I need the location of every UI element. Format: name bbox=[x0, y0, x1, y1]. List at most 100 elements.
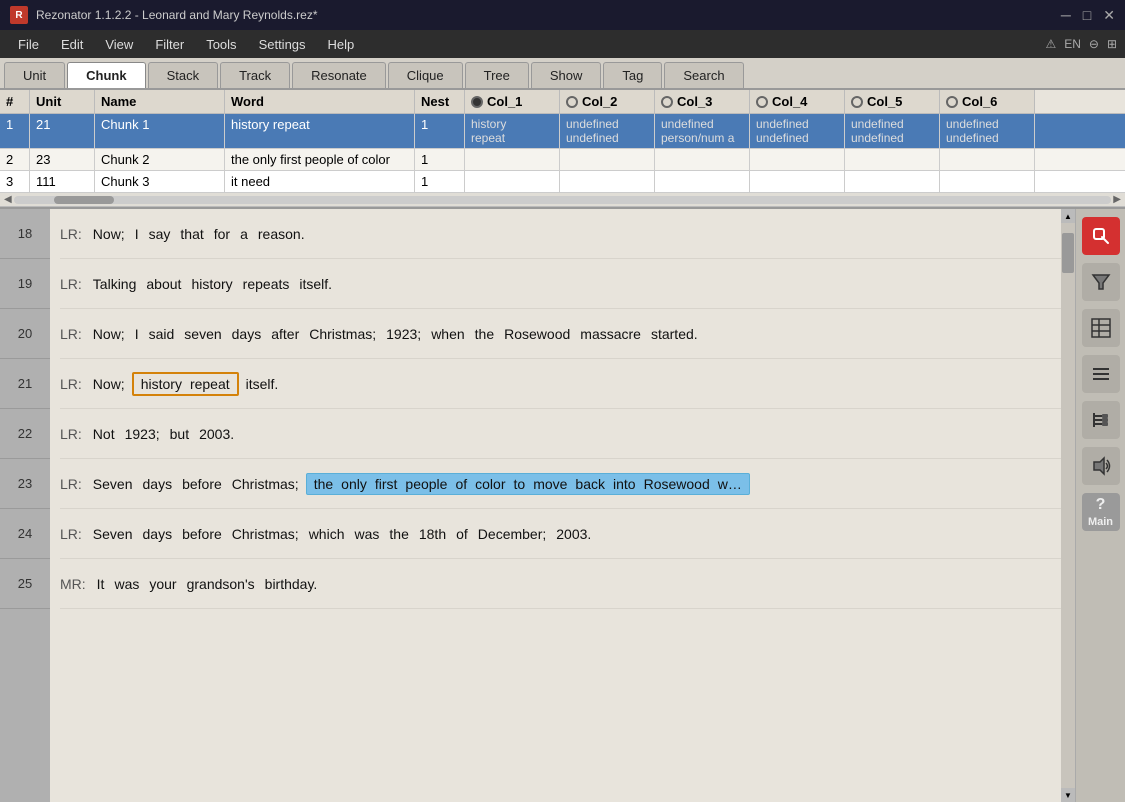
col1-label: Col_1 bbox=[487, 94, 522, 109]
menu-tools[interactable]: Tools bbox=[196, 33, 246, 56]
minimize-button[interactable]: ─ bbox=[1061, 7, 1071, 24]
word: Now; bbox=[90, 375, 128, 393]
line-num-20: 20 bbox=[0, 309, 50, 359]
scroll-thumb[interactable] bbox=[1062, 233, 1074, 273]
cell-num: 2 bbox=[0, 149, 30, 170]
scroll-left-arrow[interactable]: ◀ bbox=[2, 194, 14, 205]
word: the bbox=[311, 475, 336, 493]
scroll-right-arrow[interactable]: ▶ bbox=[1111, 194, 1123, 205]
tree-toolbar-button[interactable] bbox=[1082, 401, 1120, 439]
table-row[interactable]: 2 23 Chunk 2 the only first people of co… bbox=[0, 149, 1125, 171]
tab-tag[interactable]: Tag bbox=[603, 62, 662, 88]
tab-track[interactable]: Track bbox=[220, 62, 290, 88]
horizontal-scrollbar[interactable]: ◀ ▶ bbox=[0, 193, 1125, 207]
window-controls[interactable]: ─ □ ✕ bbox=[1061, 7, 1115, 24]
cell-col5 bbox=[845, 149, 940, 170]
col3-radio[interactable] bbox=[661, 96, 673, 108]
vertical-scrollbar[interactable]: ▲ ▼ bbox=[1061, 209, 1075, 802]
tab-show[interactable]: Show bbox=[531, 62, 602, 88]
word: 18th bbox=[416, 525, 449, 543]
cell-nest: 1 bbox=[415, 114, 465, 148]
maximize-button[interactable]: □ bbox=[1083, 7, 1091, 24]
audio-toolbar-button[interactable] bbox=[1082, 447, 1120, 485]
cell-num: 3 bbox=[0, 171, 30, 192]
word: days bbox=[140, 475, 176, 493]
cell-name: Chunk 2 bbox=[95, 149, 225, 170]
word: grandson's bbox=[184, 575, 258, 593]
word: for bbox=[211, 225, 233, 243]
scroll-track[interactable] bbox=[14, 196, 1112, 204]
text-area: 18 19 20 21 22 23 24 25 LR: Now; I say t… bbox=[0, 209, 1075, 802]
menu-right-icons: ⚠ EN ⊖ ⊞ bbox=[1045, 37, 1117, 51]
col-header-name: Name bbox=[95, 90, 225, 113]
speaker-25: MR: bbox=[60, 576, 86, 592]
close-button[interactable]: ✕ bbox=[1103, 7, 1115, 24]
table-toolbar-button[interactable] bbox=[1082, 309, 1120, 347]
menu-edit[interactable]: Edit bbox=[51, 33, 93, 56]
tab-clique[interactable]: Clique bbox=[388, 62, 463, 88]
main-toolbar-button[interactable]: ? Main bbox=[1082, 493, 1120, 531]
word: was bbox=[351, 525, 382, 543]
col4-radio[interactable] bbox=[756, 96, 768, 108]
word: Christmas; bbox=[229, 525, 302, 543]
col2-radio[interactable] bbox=[566, 96, 578, 108]
cell-col6 bbox=[940, 171, 1035, 192]
cell-col5: undefinedundefined bbox=[845, 114, 940, 148]
word: Now; bbox=[90, 325, 128, 343]
word: 1923; bbox=[383, 325, 424, 343]
col-header-word: Word bbox=[225, 90, 415, 113]
tab-tree[interactable]: Tree bbox=[465, 62, 529, 88]
warning-icon: ⚠ bbox=[1045, 37, 1056, 51]
cell-col6: undefinedundefined bbox=[940, 114, 1035, 148]
tab-resonate[interactable]: Resonate bbox=[292, 62, 386, 88]
col1-radio[interactable] bbox=[471, 96, 483, 108]
search-toolbar-button[interactable] bbox=[1082, 217, 1120, 255]
col-header-col3: Col_3 bbox=[655, 90, 750, 113]
menu-view[interactable]: View bbox=[95, 33, 143, 56]
menu-filter[interactable]: Filter bbox=[145, 33, 194, 56]
table-row[interactable]: 3 111 Chunk 3 it need 1 bbox=[0, 171, 1125, 193]
table-header: # Unit Name Word Nest Col_1 Col_2 Col_3 … bbox=[0, 90, 1125, 114]
word: of bbox=[453, 525, 471, 543]
cell-col3 bbox=[655, 171, 750, 192]
help-icon: ? bbox=[1096, 496, 1106, 514]
cell-col3 bbox=[655, 149, 750, 170]
tab-chunk[interactable]: Chunk bbox=[67, 62, 145, 88]
word: to bbox=[511, 475, 529, 493]
tab-stack[interactable]: Stack bbox=[148, 62, 219, 88]
tab-search[interactable]: Search bbox=[664, 62, 743, 88]
text-content: LR: Now; I say that for a reason. LR: Ta… bbox=[50, 209, 1061, 802]
scroll-track[interactable] bbox=[1061, 223, 1075, 788]
speaker-22: LR: bbox=[60, 426, 82, 442]
phrase-highlight-23: the only first people of color to move b… bbox=[306, 473, 750, 495]
word: I bbox=[132, 325, 142, 343]
scroll-up-button[interactable]: ▲ bbox=[1061, 209, 1075, 223]
word: but bbox=[167, 425, 192, 443]
scroll-thumb[interactable] bbox=[54, 196, 114, 204]
col6-radio[interactable] bbox=[946, 96, 958, 108]
cell-col2: undefinedundefined bbox=[560, 114, 655, 148]
filter-toolbar-button[interactable] bbox=[1082, 263, 1120, 301]
menu-help[interactable]: Help bbox=[318, 33, 365, 56]
speaker-21: LR: bbox=[60, 376, 82, 392]
word: Seven bbox=[90, 475, 136, 493]
line-num-18: 18 bbox=[0, 209, 50, 259]
minimize-icon[interactable]: ⊖ bbox=[1089, 37, 1099, 51]
menu-file[interactable]: File bbox=[8, 33, 49, 56]
list-toolbar-button[interactable] bbox=[1082, 355, 1120, 393]
layout-icon[interactable]: ⊞ bbox=[1107, 37, 1117, 51]
word: started. bbox=[648, 325, 701, 343]
menu-settings[interactable]: Settings bbox=[249, 33, 316, 56]
scroll-down-button[interactable]: ▼ bbox=[1061, 788, 1075, 802]
word: seven bbox=[181, 325, 224, 343]
col-header-col6: Col_6 bbox=[940, 90, 1035, 113]
table-row[interactable]: 1 21 Chunk 1 history repeat 1 historyrep… bbox=[0, 114, 1125, 149]
line-num-24: 24 bbox=[0, 509, 50, 559]
word: history bbox=[188, 275, 235, 293]
word: your bbox=[146, 575, 179, 593]
col5-radio[interactable] bbox=[851, 96, 863, 108]
word: 2003. bbox=[553, 525, 594, 543]
word: history bbox=[138, 375, 185, 393]
tab-unit[interactable]: Unit bbox=[4, 62, 65, 88]
word: before bbox=[179, 525, 225, 543]
